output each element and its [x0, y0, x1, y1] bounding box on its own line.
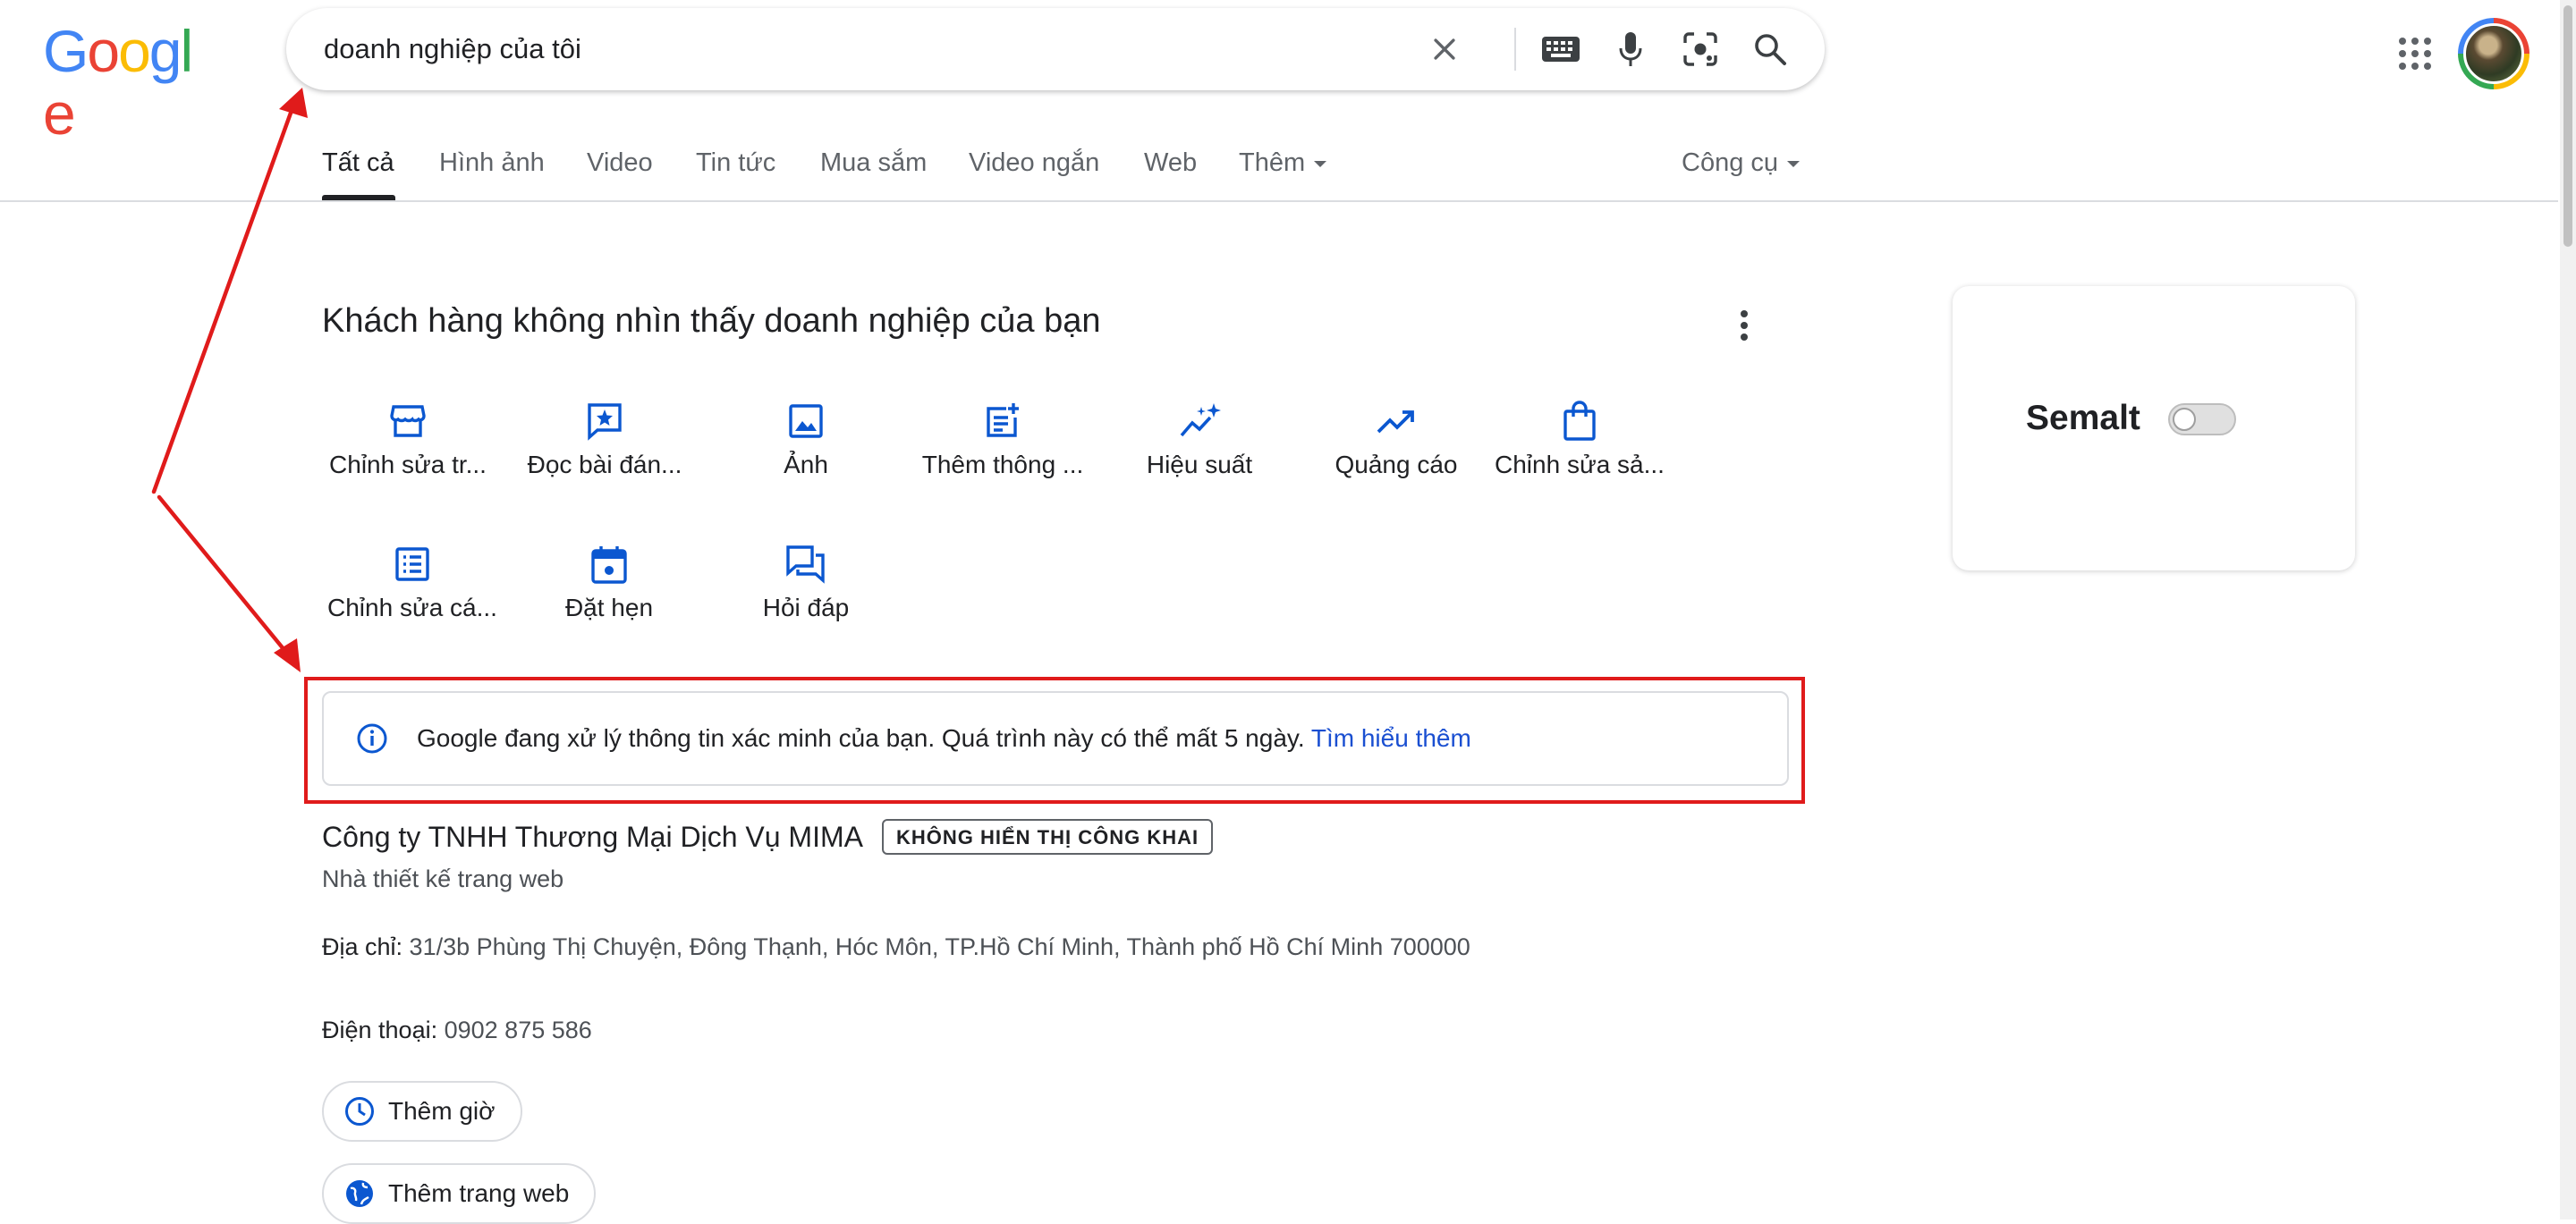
action-edit-products[interactable]: Chỉnh sửa sả...	[1490, 399, 1669, 479]
google-logo[interactable]: Googl e	[43, 18, 211, 145]
not-public-badge: KHÔNG HIỂN THỊ CÔNG KHAI	[882, 819, 1214, 855]
tab-more-label: Thêm	[1239, 148, 1306, 177]
storefront-icon	[318, 399, 497, 443]
globe-icon	[346, 1180, 373, 1207]
action-ads[interactable]: Quảng cáo	[1307, 399, 1486, 479]
shopping-bag-icon	[1490, 399, 1669, 443]
action-edit-services[interactable]: Chỉnh sửa cá...	[323, 542, 502, 622]
semalt-label: Semalt	[2026, 399, 2140, 437]
scrollbar-thumb[interactable]	[2563, 5, 2572, 247]
action-label: Chỉnh sửa sả...	[1495, 451, 1665, 478]
search-box[interactable]: doanh nghiệp của tôi	[286, 8, 1825, 90]
calendar-icon	[520, 542, 699, 587]
business-category: Nhà thiết kế trang web	[322, 865, 564, 892]
semalt-toggle[interactable]	[2168, 403, 2236, 435]
tab-web[interactable]: Web	[1144, 143, 1197, 182]
search-icon[interactable]	[1750, 29, 1791, 70]
header-divider	[0, 200, 2558, 202]
action-label: Quảng cáo	[1335, 451, 1458, 478]
tab-images[interactable]: Hình ảnh	[439, 143, 545, 182]
tab-news[interactable]: Tin tức	[696, 143, 775, 182]
add-website-label: Thêm trang web	[388, 1179, 570, 1207]
search-input[interactable]: doanh nghiệp của tôi	[324, 8, 1308, 90]
annotation-highlight-box	[304, 677, 1805, 804]
list-alt-icon	[323, 542, 502, 587]
action-label: Đọc bài đán...	[527, 451, 682, 478]
tools-button[interactable]: Công cụ	[1682, 143, 1801, 182]
action-bookings[interactable]: Đặt hẹn	[520, 542, 699, 622]
action-edit-profile[interactable]: Chỉnh sửa tr...	[318, 399, 497, 479]
action-photos[interactable]: Ảnh	[716, 399, 895, 479]
logo-letter: G	[43, 18, 89, 84]
logo-letter: e	[43, 80, 76, 147]
action-label: Chỉnh sửa cá...	[327, 594, 497, 621]
phone-line: Điện thoại: 0902 875 586	[322, 1017, 592, 1044]
logo-letter: g	[148, 18, 182, 84]
action-label: Ảnh	[784, 451, 828, 478]
post-add-icon	[913, 399, 1092, 443]
clock-icon	[345, 1097, 374, 1126]
search-divider	[1514, 28, 1516, 71]
caret-down-icon	[1314, 160, 1327, 167]
forum-icon	[716, 542, 895, 587]
arrowhead-banner	[274, 638, 301, 672]
action-label: Đặt hẹn	[564, 594, 654, 621]
action-label: Chỉnh sửa tr...	[329, 451, 487, 478]
add-hours-label: Thêm giờ	[388, 1097, 496, 1125]
trending-up-icon	[1307, 399, 1486, 443]
arrowhead-search	[279, 88, 308, 118]
logo-letter: o	[87, 18, 120, 84]
action-label: Hỏi đáp	[762, 594, 850, 621]
action-performance[interactable]: Hiệu suất	[1110, 399, 1289, 479]
logo-letter: l	[180, 18, 194, 84]
add-website-button[interactable]: Thêm trang web	[322, 1163, 597, 1224]
phone-value: 0902 875 586	[444, 1017, 592, 1043]
sparkle-performance-icon	[1110, 399, 1289, 443]
address-value: 31/3b Phùng Thị Chuyện, Đông Thạnh, Hóc …	[409, 933, 1470, 960]
tab-all[interactable]: Tất cả	[322, 143, 394, 182]
keyboard-icon[interactable]	[1540, 29, 1581, 70]
microphone-icon[interactable]	[1610, 29, 1651, 70]
action-add-update[interactable]: Thêm thông ...	[913, 399, 1092, 479]
toggle-knob	[2173, 408, 2196, 431]
address-line: Địa chỉ: 31/3b Phùng Thị Chuyện, Đông Th…	[322, 933, 1470, 961]
caret-down-icon	[1787, 160, 1801, 167]
business-status-title: Khách hàng không nhìn thấy doanh nghiệp …	[322, 302, 1101, 340]
tab-shopping[interactable]: Mua sắm	[820, 143, 927, 182]
apps-grid-icon[interactable]	[2397, 36, 2433, 72]
action-label: Hiệu suất	[1146, 451, 1253, 478]
tools-label: Công cụ	[1682, 148, 1779, 177]
tab-short-videos[interactable]: Video ngắn	[969, 143, 1099, 182]
arrow-to-banner	[157, 494, 291, 657]
company-name: Công ty TNHH Thương Mại Dịch Vụ MIMA	[322, 821, 863, 853]
lens-icon[interactable]	[1680, 29, 1721, 70]
tab-more[interactable]: Thêm	[1239, 143, 1327, 182]
arrow-to-search	[151, 103, 296, 494]
address-label: Địa chỉ:	[322, 933, 403, 960]
more-options-icon[interactable]	[1731, 308, 1758, 343]
photo-icon	[716, 399, 895, 443]
logo-letter: o	[118, 18, 151, 84]
close-icon[interactable]	[1424, 29, 1465, 70]
action-label: Thêm thông ...	[921, 451, 1084, 478]
avatar-photo	[2463, 23, 2524, 84]
action-qa[interactable]: Hỏi đáp	[716, 542, 895, 622]
account-avatar[interactable]	[2458, 18, 2529, 89]
review-star-icon	[515, 399, 694, 443]
action-read-reviews[interactable]: Đọc bài đán...	[515, 399, 694, 479]
tab-video[interactable]: Video	[587, 143, 653, 182]
phone-label: Điện thoại:	[322, 1017, 438, 1043]
semalt-extension-card: Semalt	[1953, 286, 2355, 570]
add-hours-button[interactable]: Thêm giờ	[322, 1081, 522, 1142]
